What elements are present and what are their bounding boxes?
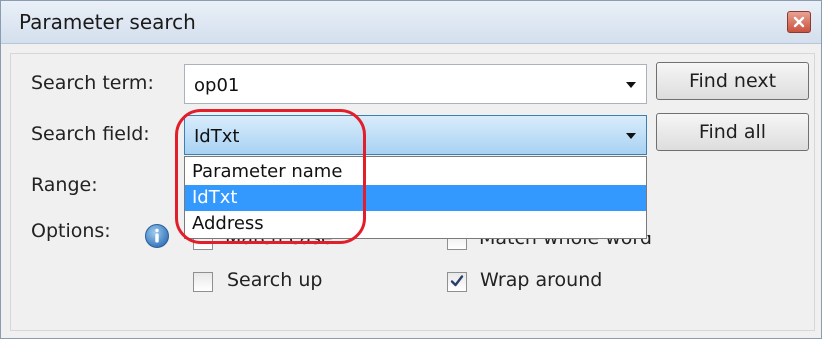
close-button[interactable] bbox=[787, 11, 811, 33]
close-icon bbox=[793, 16, 805, 28]
search-field-combobox[interactable]: IdTxt bbox=[184, 115, 647, 155]
find-all-button[interactable]: Find all bbox=[656, 113, 809, 151]
search-field-label: Search field: bbox=[31, 123, 150, 145]
search-term-combobox[interactable]: op01 bbox=[184, 64, 647, 104]
checkmark-icon bbox=[450, 275, 464, 287]
search-up-label: Search up bbox=[227, 269, 323, 291]
chevron-down-icon[interactable] bbox=[626, 82, 636, 88]
dropdown-option-parameter-name[interactable]: Parameter name bbox=[185, 159, 646, 185]
dropdown-option-idtxt[interactable]: IdTxt bbox=[185, 185, 646, 211]
search-term-label: Search term: bbox=[31, 72, 154, 94]
range-label: Range: bbox=[31, 174, 98, 196]
search-up-checkbox[interactable] bbox=[193, 272, 213, 292]
dropdown-option-address[interactable]: Address bbox=[185, 211, 646, 237]
chevron-down-icon[interactable] bbox=[626, 133, 636, 139]
wrap-around-label: Wrap around bbox=[480, 269, 603, 291]
info-icon[interactable] bbox=[144, 223, 170, 249]
find-next-button[interactable]: Find next bbox=[656, 62, 809, 100]
wrap-around-checkbox[interactable] bbox=[447, 272, 467, 292]
search-field-dropdown: Parameter name IdTxt Address bbox=[184, 156, 647, 239]
search-field-value: IdTxt bbox=[194, 126, 240, 147]
search-term-value: op01 bbox=[194, 75, 240, 96]
options-label: Options: bbox=[31, 220, 111, 242]
window-title: Parameter search bbox=[19, 10, 196, 34]
title-bar: Parameter search bbox=[1, 1, 821, 44]
parameter-search-dialog: Parameter search Search term: op01 Find … bbox=[0, 0, 822, 339]
